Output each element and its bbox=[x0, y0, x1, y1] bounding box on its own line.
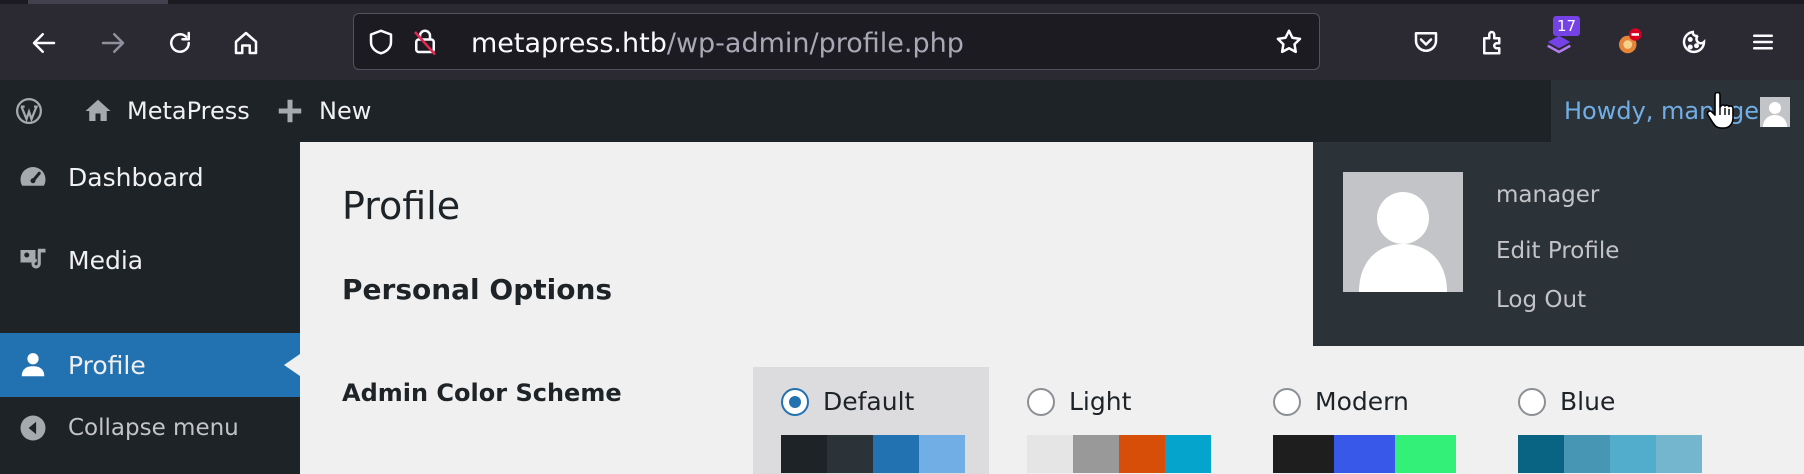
radio-button[interactable] bbox=[781, 387, 809, 416]
new-label: New bbox=[319, 97, 372, 125]
sidebar-item-collapse[interactable]: Collapse menu bbox=[0, 396, 300, 460]
sidebar-item-profile[interactable]: Profile bbox=[0, 333, 300, 397]
user-icon bbox=[21, 353, 45, 377]
home-icon[interactable] bbox=[225, 22, 267, 64]
color-swatches bbox=[781, 435, 989, 473]
howdy-label: Howdy, manager bbox=[1564, 97, 1769, 125]
new-content-link[interactable]: New bbox=[275, 80, 371, 142]
collapse-icon bbox=[20, 415, 46, 441]
dropdown-username[interactable]: manager bbox=[1496, 182, 1599, 208]
color-scheme-light[interactable]: Light bbox=[999, 367, 1235, 474]
avatar[interactable] bbox=[1343, 172, 1463, 292]
site-name-link[interactable]: MetaPress bbox=[83, 80, 250, 142]
plus-icon bbox=[278, 99, 302, 123]
user-dropdown: manager Edit Profile Log Out bbox=[1313, 142, 1804, 346]
page-title: Profile bbox=[342, 184, 461, 228]
url-text[interactable]: metapress.htb/wp-admin/profile.php bbox=[471, 28, 964, 59]
color-scheme-default[interactable]: Default bbox=[753, 367, 989, 474]
color-swatches bbox=[1027, 435, 1235, 473]
color-swatches bbox=[1518, 435, 1726, 473]
color-scheme-blue[interactable]: Blue bbox=[1490, 367, 1726, 474]
sidebar-item-dashboard[interactable]: Dashboard bbox=[0, 145, 300, 209]
forward-arrow-icon[interactable] bbox=[92, 22, 134, 64]
edit-profile-link[interactable]: Edit Profile bbox=[1496, 238, 1619, 264]
radio-button[interactable] bbox=[1027, 387, 1055, 416]
url-bar[interactable]: metapress.htb/wp-admin/profile.php bbox=[353, 13, 1320, 70]
scheme-label: Modern bbox=[1315, 387, 1409, 416]
menu-icon[interactable] bbox=[1746, 25, 1780, 59]
browser-toolbar: metapress.htb/wp-admin/profile.php 17 bbox=[0, 0, 1804, 80]
scheme-label: Light bbox=[1069, 387, 1132, 416]
foxyproxy-icon[interactable] bbox=[1612, 25, 1646, 59]
sidebar-item-label: Media bbox=[68, 245, 144, 275]
url-path: /wp-admin/profile.php bbox=[666, 28, 964, 59]
star-icon[interactable] bbox=[1274, 27, 1304, 57]
sidebar-item-label: Profile bbox=[68, 350, 146, 380]
admin-sidebar: Dashboard Media Profile Collapse menu bbox=[0, 142, 300, 474]
avatar[interactable] bbox=[1760, 97, 1790, 127]
cookie-icon[interactable] bbox=[1677, 25, 1711, 59]
extension-count-badge: 17 bbox=[1553, 16, 1581, 36]
media-icon bbox=[20, 248, 46, 269]
site-name-label: MetaPress bbox=[127, 97, 250, 125]
shield-icon[interactable] bbox=[366, 27, 396, 57]
home-icon bbox=[85, 99, 111, 121]
wp-admin-bar: MetaPress New bbox=[0, 80, 1804, 142]
hand-cursor-icon bbox=[1706, 92, 1734, 129]
sidebar-item-media[interactable]: Media bbox=[0, 228, 300, 292]
sidebar-item-label: Dashboard bbox=[68, 162, 204, 192]
tab-strip bbox=[0, 0, 1804, 4]
back-arrow-icon[interactable] bbox=[23, 22, 65, 64]
radio-button[interactable] bbox=[1518, 387, 1546, 416]
section-title: Personal Options bbox=[342, 273, 613, 306]
extensions-icon[interactable] bbox=[1476, 25, 1510, 59]
scheme-label: Blue bbox=[1560, 387, 1616, 416]
wordpress-logo-icon[interactable] bbox=[14, 80, 58, 142]
scheme-label: Default bbox=[823, 387, 915, 416]
pocket-icon[interactable] bbox=[1409, 25, 1443, 59]
color-scheme-label: Admin Color Scheme bbox=[342, 379, 622, 407]
log-out-link[interactable]: Log Out bbox=[1496, 287, 1586, 313]
color-scheme-modern[interactable]: Modern bbox=[1245, 367, 1481, 474]
sidebar-item-label: Collapse menu bbox=[68, 415, 239, 441]
radio-button[interactable] bbox=[1273, 387, 1301, 416]
url-host: metapress.htb bbox=[471, 28, 667, 59]
reload-icon[interactable] bbox=[159, 22, 201, 64]
insecure-lock-icon[interactable] bbox=[410, 27, 440, 57]
dashboard-icon bbox=[20, 167, 46, 186]
color-swatches bbox=[1273, 435, 1481, 473]
